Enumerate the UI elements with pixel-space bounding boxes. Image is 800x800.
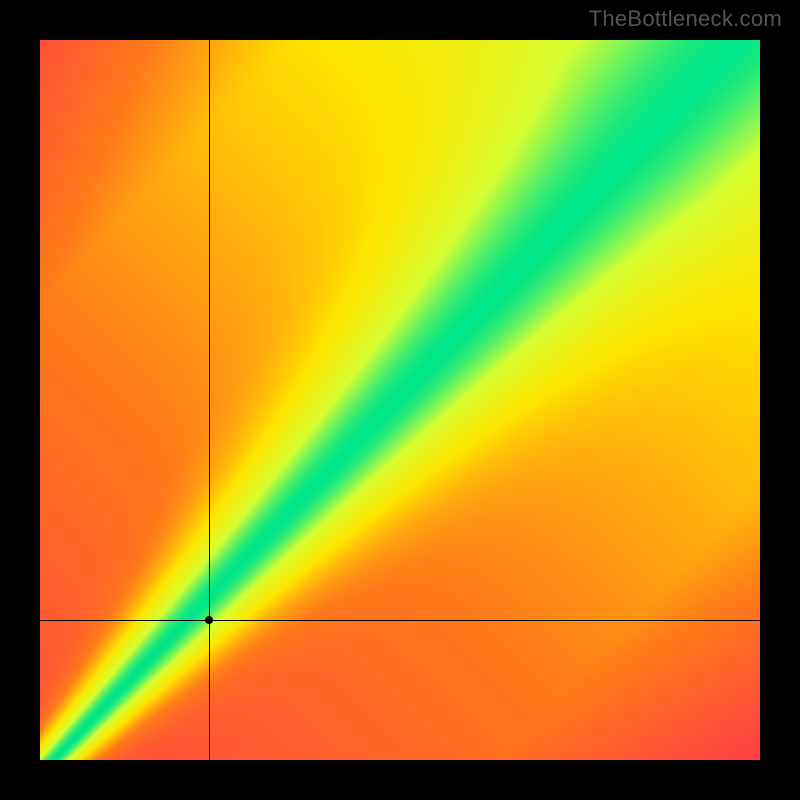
data-point-marker bbox=[205, 616, 213, 624]
chart-frame: TheBottleneck.com bbox=[0, 0, 800, 800]
heatmap-plot bbox=[40, 40, 760, 760]
heatmap-canvas bbox=[40, 40, 760, 760]
watermark-text: TheBottleneck.com bbox=[589, 6, 782, 32]
crosshair-vertical bbox=[209, 40, 210, 760]
crosshair-horizontal bbox=[40, 620, 760, 621]
